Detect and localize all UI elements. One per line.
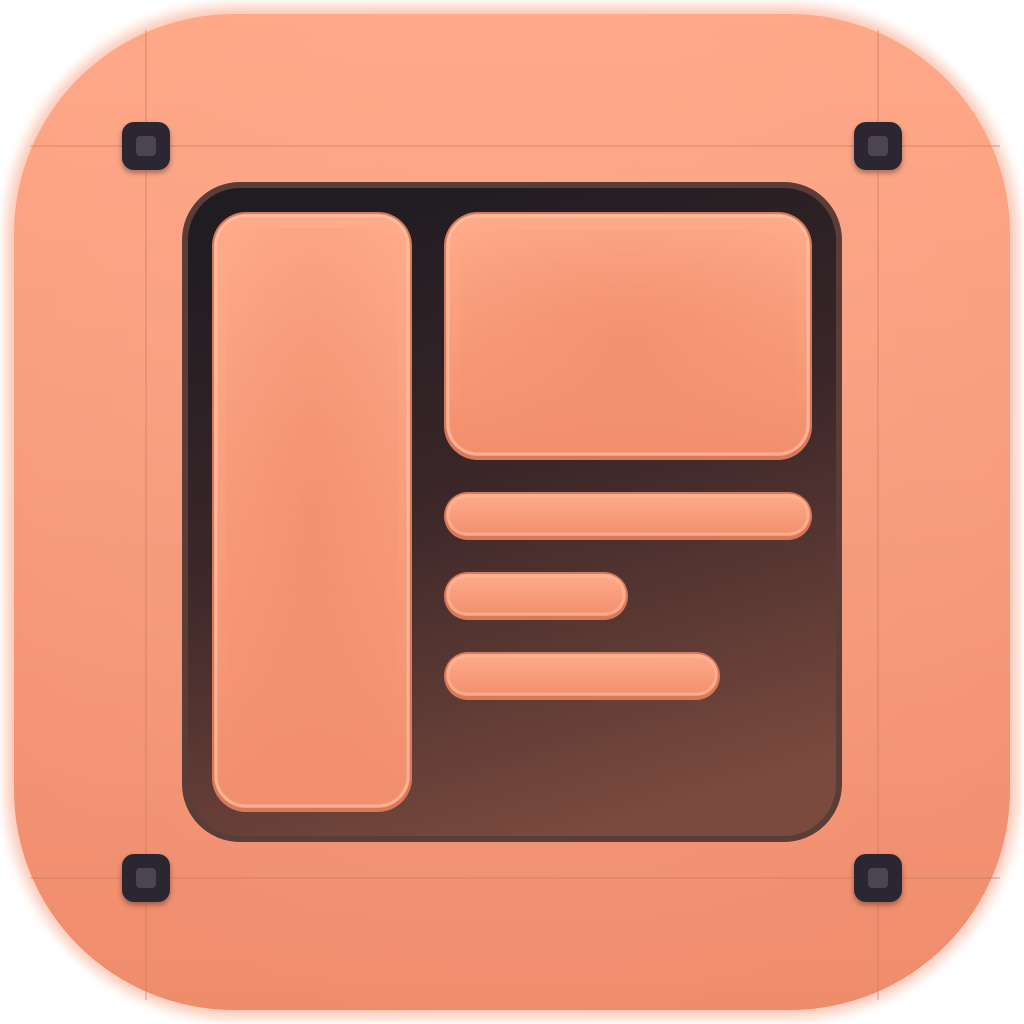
- text-line-bar: [444, 492, 812, 540]
- text-line-bar: [444, 572, 628, 620]
- text-line-bar: [444, 652, 720, 700]
- layout-template-icon: [6, 6, 1018, 1018]
- layout-header-block: [444, 212, 812, 460]
- app-icon: [0, 0, 1024, 1024]
- layout-sidebar-block: [212, 212, 412, 812]
- rivet-icon: [122, 854, 170, 902]
- rivet-icon: [854, 122, 902, 170]
- rivet-icon: [854, 854, 902, 902]
- rivet-icon: [122, 122, 170, 170]
